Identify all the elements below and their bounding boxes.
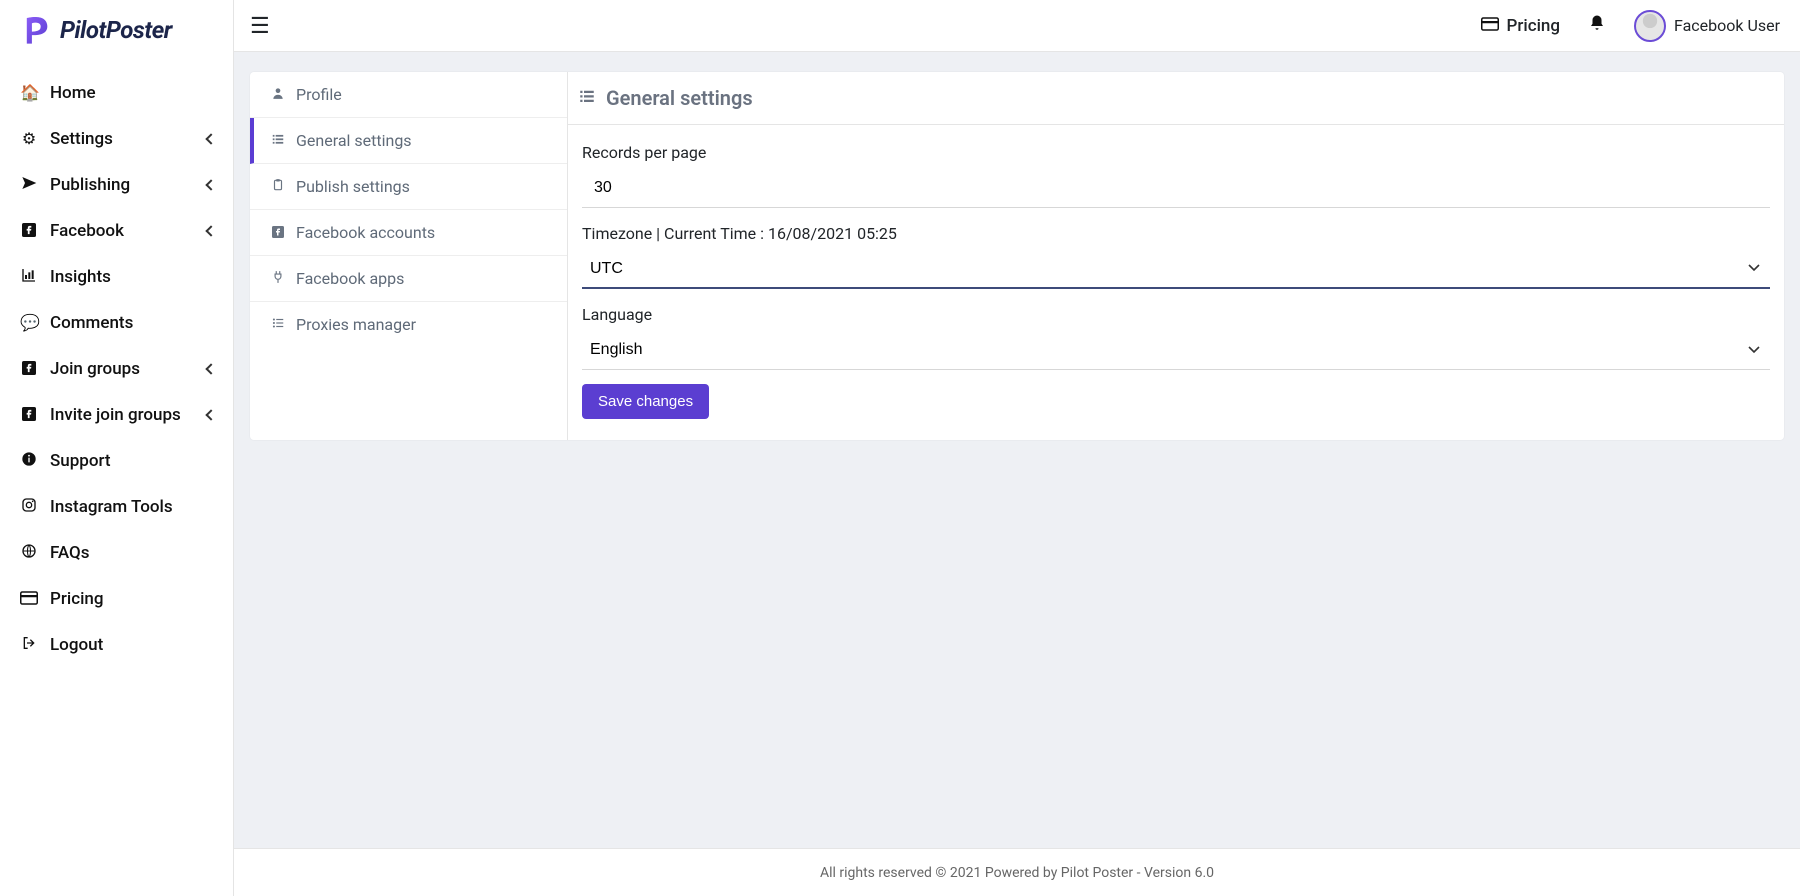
form-pane: General settings Records per page Timezo… <box>568 72 1784 440</box>
list-icon <box>270 131 286 150</box>
records-per-page-label: Records per page <box>582 143 1770 162</box>
avatar <box>1634 10 1666 42</box>
facebook-icon <box>270 223 286 242</box>
clipboard-icon <box>270 177 286 196</box>
sidebar-item-support[interactable]: Support <box>0 438 233 484</box>
sidebar: PilotPoster 🏠 Home ⚙ Settings Publishing F… <box>0 0 234 896</box>
subnav-facebook-accounts[interactable]: Facebook accounts <box>250 210 567 256</box>
sidebar-item-label: Home <box>50 83 96 103</box>
sidebar-item-comments[interactable]: 💬 Comments <box>0 300 233 346</box>
card-icon <box>1481 16 1499 36</box>
timezone-label: Timezone | Current Time : 16/08/2021 05:… <box>582 224 1770 243</box>
sidebar-item-label: Join groups <box>50 359 140 379</box>
timezone-select[interactable]: UTC <box>582 249 1770 289</box>
sidebar-item-facebook[interactable]: Facebook <box>0 208 233 254</box>
footer: All rights reserved © 2021 Powered by Pi… <box>234 848 1800 896</box>
info-icon <box>20 451 38 471</box>
settings-subnav: Profile General settings Publish setting… <box>250 72 568 440</box>
sidebar-item-join-groups[interactable]: Join groups <box>0 346 233 392</box>
globe-icon <box>20 543 38 563</box>
chevron-left-icon <box>205 409 216 420</box>
user-name-label: Facebook User <box>1674 16 1780 35</box>
subnav-facebook-apps[interactable]: Facebook apps <box>250 256 567 302</box>
form-title-text: General settings <box>606 86 753 110</box>
sidebar-item-label: FAQs <box>50 543 90 563</box>
home-icon: 🏠 <box>20 83 38 103</box>
facebook-icon <box>20 222 38 241</box>
topbar-right: Pricing Facebook User <box>1481 10 1781 42</box>
sidebar-item-label: Pricing <box>50 589 104 609</box>
facebook-icon <box>20 406 38 425</box>
save-changes-button[interactable]: Save changes <box>582 384 709 419</box>
sidebar-item-insights[interactable]: Insights <box>0 254 233 300</box>
sidebar-item-pricing[interactable]: Pricing <box>0 576 233 622</box>
chevron-left-icon <box>205 363 216 374</box>
chevron-left-icon <box>205 225 216 236</box>
subnav-proxies-manager[interactable]: Proxies manager <box>250 302 567 347</box>
list-icon <box>270 315 286 334</box>
subnav-item-label: Publish settings <box>296 177 410 196</box>
subnav-item-label: Facebook accounts <box>296 223 435 242</box>
card-icon <box>20 590 38 609</box>
sidebar-item-faqs[interactable]: FAQs <box>0 530 233 576</box>
gear-icon: ⚙ <box>20 129 38 149</box>
language-select[interactable]: English <box>582 330 1770 370</box>
subnav-item-label: General settings <box>296 131 412 150</box>
form-body: Records per page Timezone | Current Time… <box>568 125 1784 433</box>
sidebar-item-label: Publishing <box>50 175 130 195</box>
sidebar-item-settings[interactable]: ⚙ Settings <box>0 116 233 162</box>
sidebar-item-logout[interactable]: Logout <box>0 622 233 668</box>
subnav-item-label: Proxies manager <box>296 315 416 334</box>
paper-plane-icon <box>20 175 38 195</box>
subnav-item-label: Facebook apps <box>296 269 404 288</box>
comment-icon: 💬 <box>20 313 38 333</box>
user-icon <box>270 85 286 104</box>
menu-toggle-icon[interactable]: ☰ <box>250 15 270 37</box>
sidebar-item-label: Facebook <box>50 221 124 241</box>
sidebar-item-label: Insights <box>50 267 111 287</box>
subnav-publish-settings[interactable]: Publish settings <box>250 164 567 210</box>
sidebar-item-label: Support <box>50 451 111 471</box>
content-area: Profile General settings Publish setting… <box>234 52 1800 896</box>
topbar-pricing-link[interactable]: Pricing <box>1481 16 1561 36</box>
chevron-left-icon <box>205 133 216 144</box>
chevron-left-icon <box>205 179 216 190</box>
subnav-profile[interactable]: Profile <box>250 72 567 118</box>
language-label: Language <box>582 305 1770 324</box>
brand-logo[interactable]: PilotPoster <box>0 0 233 60</box>
footer-text: All rights reserved © 2021 Powered by Pi… <box>820 865 1214 881</box>
facebook-icon <box>20 360 38 379</box>
sidebar-item-label: Settings <box>50 129 113 149</box>
plug-icon <box>270 269 286 288</box>
sidebar-item-label: Invite join groups <box>50 405 181 425</box>
form-title: General settings <box>568 72 1784 125</box>
logout-icon <box>20 635 38 655</box>
instagram-icon <box>20 497 38 517</box>
records-per-page-input[interactable] <box>582 168 1770 208</box>
subnav-item-label: Profile <box>296 85 342 104</box>
chart-icon <box>20 267 38 287</box>
subnav-general-settings[interactable]: General settings <box>250 118 567 164</box>
settings-panel: Profile General settings Publish setting… <box>250 72 1784 440</box>
sidebar-item-publishing[interactable]: Publishing <box>0 162 233 208</box>
list-icon <box>578 86 596 110</box>
topbar: ☰ Pricing Facebook User <box>234 0 1800 52</box>
sidebar-nav: 🏠 Home ⚙ Settings Publishing Facebook Insi… <box>0 60 233 668</box>
user-menu[interactable]: Facebook User <box>1634 10 1780 42</box>
sidebar-item-label: Comments <box>50 313 133 333</box>
sidebar-item-instagram-tools[interactable]: Instagram Tools <box>0 484 233 530</box>
sidebar-item-home[interactable]: 🏠 Home <box>0 70 233 116</box>
topbar-pricing-label: Pricing <box>1507 16 1561 36</box>
notifications-icon[interactable] <box>1588 14 1606 37</box>
sidebar-item-label: Logout <box>50 635 103 655</box>
sidebar-item-label: Instagram Tools <box>50 497 173 517</box>
brand-mark-icon <box>20 13 54 47</box>
brand-name: PilotPoster <box>60 16 172 44</box>
sidebar-item-invite-join-groups[interactable]: Invite join groups <box>0 392 233 438</box>
